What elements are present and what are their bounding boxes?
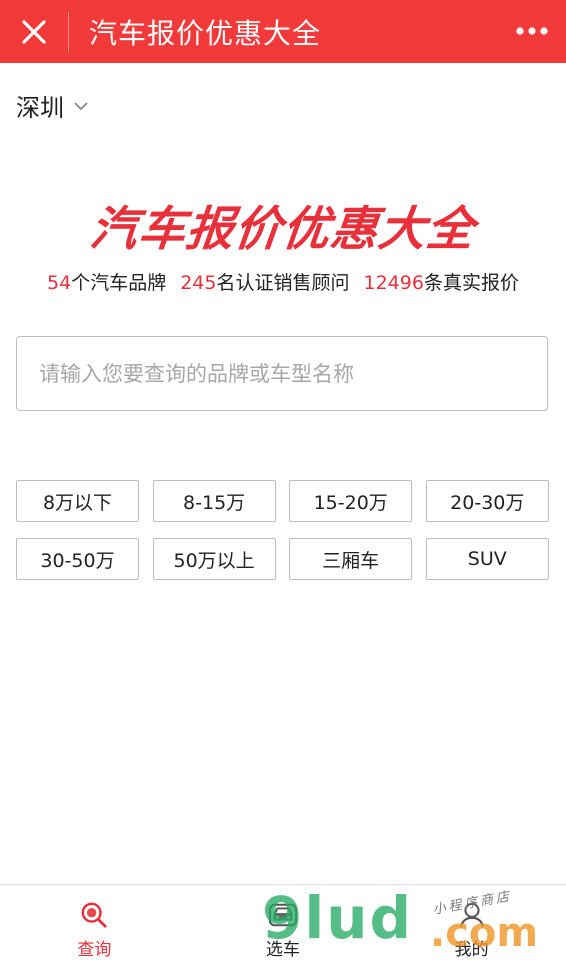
chevron-down-icon [74,101,88,110]
tab-label: 我的 [454,940,489,960]
tab-select-car[interactable]: 选车 [189,885,378,960]
search-box[interactable] [16,336,548,411]
filter-chip[interactable]: 8-15万 [152,480,276,522]
stat-advisors-label: 名认证销售顾问 [216,272,350,294]
filter-chip[interactable]: 20-30万 [425,480,549,522]
more-dots-icon [516,27,548,35]
tab-mine[interactable]: 我的 [377,885,566,960]
car-icon [268,903,298,927]
filter-grid: 8万以下 8-15万 15-20万 20-30万 30-50万 50万以上 三厢… [16,480,549,580]
banner-title: 汽车报价优惠大全 [87,202,478,257]
city-selector[interactable]: 深圳 [16,88,88,123]
filter-chip[interactable]: 15-20万 [289,480,413,522]
user-icon [459,902,484,928]
tab-label: 查询 [77,940,112,960]
stat-brands-label: 个汽车品牌 [71,272,167,294]
page-title: 汽车报价优惠大全 [89,16,322,50]
stat-brands-value: 54 [47,272,72,294]
stat-quotes-label: 条真实报价 [423,272,519,294]
search-icon [81,902,107,928]
filter-chip[interactable]: SUV [425,538,549,580]
close-button[interactable] [0,0,68,63]
bottom-tab-bar: 查询 选车 我的 [0,884,566,960]
tab-label: 选车 [266,940,300,960]
tab-query[interactable]: 查询 [0,885,189,960]
filter-chip[interactable]: 50万以上 [152,538,276,580]
stat-quotes-value: 12496 [363,272,424,294]
more-button[interactable] [512,14,552,48]
city-label: 深圳 [16,94,64,122]
close-icon [22,19,46,44]
banner-stats: 54个汽车品牌 245名认证销售顾问 12496条真实报价 [0,268,566,295]
app-page: 汽车报价优惠大全 深圳 汽车报价优惠大全 54个汽车品牌 245名认证销售顾问 12… [0,0,566,960]
filter-chip[interactable]: 8万以下 [16,480,139,522]
stat-advisors-value: 245 [180,272,217,294]
header-bar: 汽车报价优惠大全 [0,0,566,63]
search-input[interactable] [39,361,547,386]
header-divider [68,11,69,52]
filter-chip[interactable]: 三厢车 [289,538,413,580]
filter-chip[interactable]: 30-50万 [16,538,139,580]
